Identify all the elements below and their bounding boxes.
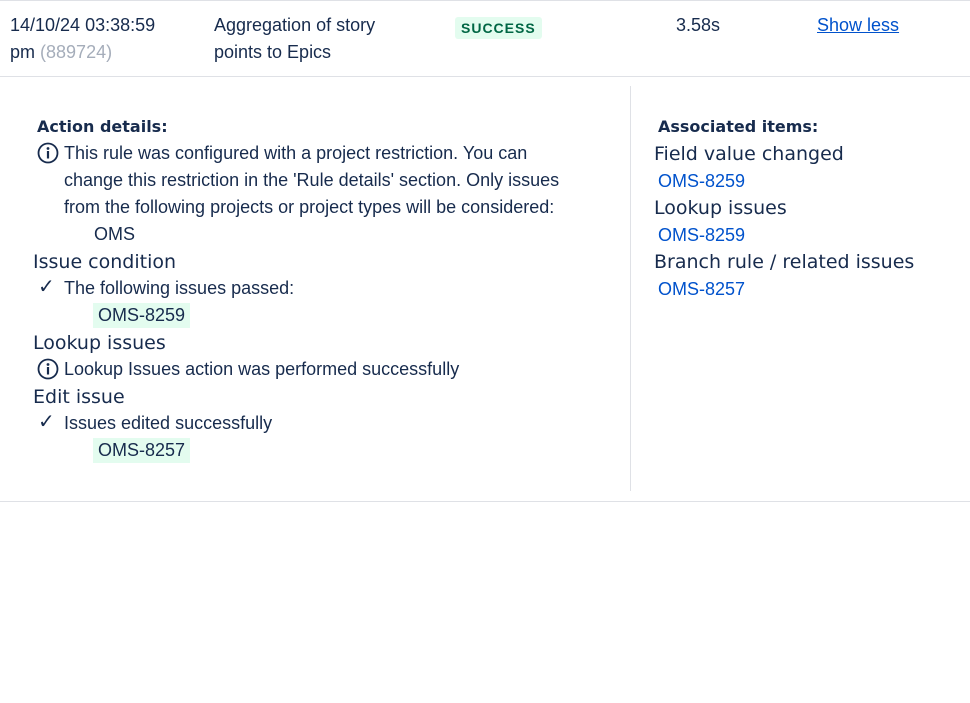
issue-condition-message: The following issues passed: — [64, 278, 295, 298]
associated-group-title: Branch rule / related issues — [654, 251, 915, 273]
associated-items-heading: Associated items: — [658, 117, 819, 136]
issue-chip: OMS-8259 — [93, 303, 191, 328]
restricted-project: OMS — [94, 224, 136, 244]
associated-group-title: Lookup issues — [654, 197, 787, 219]
status-badge: SUCCESS — [455, 17, 542, 39]
duration: 3.58s — [676, 15, 721, 35]
edit-issue-message: Issues edited successfully — [64, 413, 273, 433]
checkmark-icon: ✓ — [38, 276, 55, 298]
show-less-link[interactable]: Show less — [817, 12, 899, 39]
edit-issue-title: Edit issue — [33, 386, 125, 408]
lookup-issues-title: Lookup issues — [33, 332, 166, 354]
expanded-details-panel: Action details: This rule was configured… — [0, 77, 970, 502]
issue-link[interactable]: OMS-8259 — [658, 222, 745, 248]
rule-name-line-1: Aggregation of story — [214, 15, 376, 35]
issue-link[interactable]: OMS-8257 — [658, 276, 745, 302]
restriction-text-line-3: from the following projects or project t… — [64, 197, 555, 217]
associated-group-title: Field value changed — [654, 143, 844, 165]
info-icon — [37, 358, 59, 380]
run-id: (889724) — [40, 42, 113, 62]
timestamp: 14/10/24 03:38:59 — [10, 15, 156, 35]
audit-log-row: 14/10/24 03:38:59 pm (889724) Aggregatio… — [0, 0, 970, 77]
info-icon — [37, 142, 59, 164]
rule-name-cell: Aggregation of story points to Epics — [214, 12, 434, 66]
restriction-text-line-2: change this restriction in the 'Rule det… — [64, 170, 560, 190]
issue-condition-title: Issue condition — [33, 251, 177, 273]
column-divider — [630, 86, 631, 491]
issue-chip: OMS-8257 — [93, 438, 191, 463]
rule-name-line-2: points to Epics — [214, 42, 332, 62]
issue-link[interactable]: OMS-8259 — [658, 168, 745, 194]
timestamp-cell: 14/10/24 03:38:59 pm (889724) — [10, 12, 155, 66]
restriction-text-line-1: This rule was configured with a project … — [64, 143, 528, 163]
timestamp-suffix: pm — [10, 42, 36, 62]
action-details-heading: Action details: — [37, 117, 168, 136]
lookup-issues-message: Lookup Issues action was performed succe… — [64, 359, 460, 379]
checkmark-icon: ✓ — [38, 411, 55, 433]
